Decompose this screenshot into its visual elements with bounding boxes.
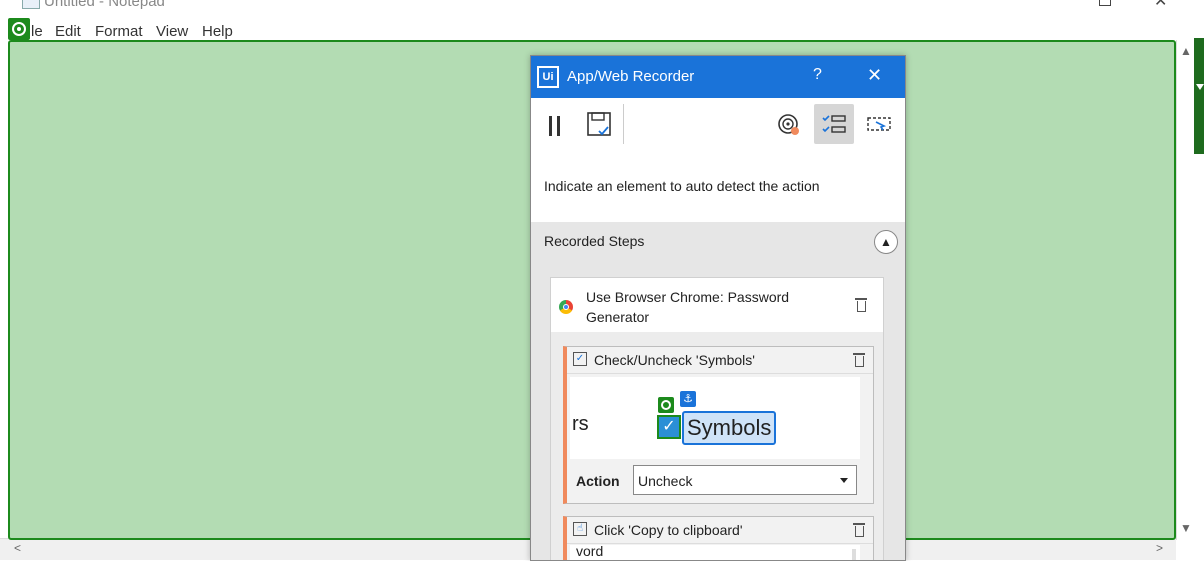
scroll-down-icon[interactable]: ▼: [1180, 521, 1192, 535]
preview-text-fragment: rs: [572, 413, 589, 435]
notepad-title: Untitled - Notepad: [44, 0, 165, 10]
collapse-button[interactable]: ▲: [874, 230, 898, 254]
screen-capture-icon: [867, 117, 891, 131]
scope-title: Use Browser Chrome: Password Generator: [586, 289, 790, 325]
action-dropdown[interactable]: Uncheck: [633, 465, 857, 495]
chrome-icon: [559, 300, 573, 314]
step-title: Click 'Copy to clipboard': [594, 522, 743, 538]
recorder-title: App/Web Recorder: [567, 68, 695, 85]
scope-header: Use Browser Chrome: Password Generator: [551, 278, 883, 332]
recorder-toolbar: [531, 98, 905, 152]
save-button[interactable]: [579, 104, 619, 144]
delete-scope-icon[interactable]: [855, 298, 867, 312]
close-button[interactable]: ✕: [867, 65, 882, 86]
step-header: ☝ Click 'Copy to clipboard': [567, 517, 873, 544]
action-label: Action: [576, 473, 620, 489]
scroll-left-icon[interactable]: <: [14, 541, 21, 555]
pause-button[interactable]: [535, 104, 575, 144]
checkbox-icon: ✓: [573, 352, 587, 366]
checklist-icon: [822, 115, 846, 133]
delete-step-icon[interactable]: [853, 353, 865, 367]
help-button[interactable]: ?: [813, 66, 822, 84]
target-icon: [658, 397, 674, 413]
toolbar-divider: [623, 104, 624, 144]
menu-view[interactable]: View: [156, 23, 188, 40]
step-header: ✓ Check/Uncheck 'Symbols': [567, 347, 873, 374]
notepad-menubar: le Edit Format View Help: [0, 20, 1204, 42]
scroll-up-icon[interactable]: ▲: [1180, 44, 1192, 58]
menu-format[interactable]: Format: [95, 23, 143, 40]
step-card[interactable]: ✓ Check/Uncheck 'Symbols' rs ⚓ ✓ Symbols…: [563, 346, 874, 504]
preview-scrollbar: [852, 549, 856, 560]
checkbox-checked-icon: ✓: [657, 415, 681, 439]
steps-view-button[interactable]: [814, 104, 854, 144]
dropdown-arrow-icon: [840, 478, 848, 483]
recorded-steps-label: Recorded Steps: [544, 233, 645, 249]
recorder-panel: Ui App/Web Recorder ? ✕ Indicate an elem…: [530, 55, 906, 561]
target-options-button[interactable]: [769, 104, 809, 144]
browser-scope-card[interactable]: Use Browser Chrome: Password Generator ✓…: [550, 277, 884, 560]
preview-text-fragment: vord: [576, 545, 604, 559]
step-card[interactable]: ☝ Click 'Copy to clipboard' vord: [563, 516, 874, 560]
close-icon[interactable]: ✕: [1154, 0, 1167, 11]
target-icon: [8, 18, 30, 40]
step-title: Check/Uncheck 'Symbols': [594, 352, 755, 368]
recorder-titlebar: Ui App/Web Recorder ? ✕: [531, 56, 905, 98]
anchor-icon: ⚓: [680, 391, 696, 407]
notepad-titlebar: Untitled - Notepad ✕: [0, 0, 1204, 18]
screen-capture-button[interactable]: [859, 104, 899, 144]
notepad-app-icon: [22, 0, 40, 9]
target-settings-icon: [778, 114, 799, 135]
action-value: Uncheck: [638, 473, 693, 489]
menu-edit[interactable]: Edit: [55, 23, 81, 40]
chevron-up-icon: ▲: [880, 235, 892, 249]
recorded-steps-header: Recorded Steps ▲: [531, 222, 905, 262]
instruction-text: Indicate an element to auto detect the a…: [544, 178, 820, 194]
side-strip: [1194, 38, 1204, 154]
step-preview-image: rs ⚓ ✓ Symbols: [570, 377, 860, 459]
chevron-down-icon: [1196, 84, 1204, 90]
uipath-logo-icon: Ui: [537, 66, 559, 88]
menu-file[interactable]: le: [31, 23, 43, 40]
menu-help[interactable]: Help: [202, 23, 233, 40]
scroll-right-icon[interactable]: >: [1156, 541, 1163, 555]
restore-icon[interactable]: [1099, 0, 1111, 6]
click-icon: ☝: [573, 522, 587, 536]
instruction-panel: Indicate an element to auto detect the a…: [531, 152, 905, 222]
preview-symbols-label: Symbols: [682, 411, 777, 445]
steps-list: Use Browser Chrome: Password Generator ✓…: [531, 262, 905, 560]
save-icon: [587, 112, 611, 136]
delete-step-icon[interactable]: [853, 523, 865, 537]
